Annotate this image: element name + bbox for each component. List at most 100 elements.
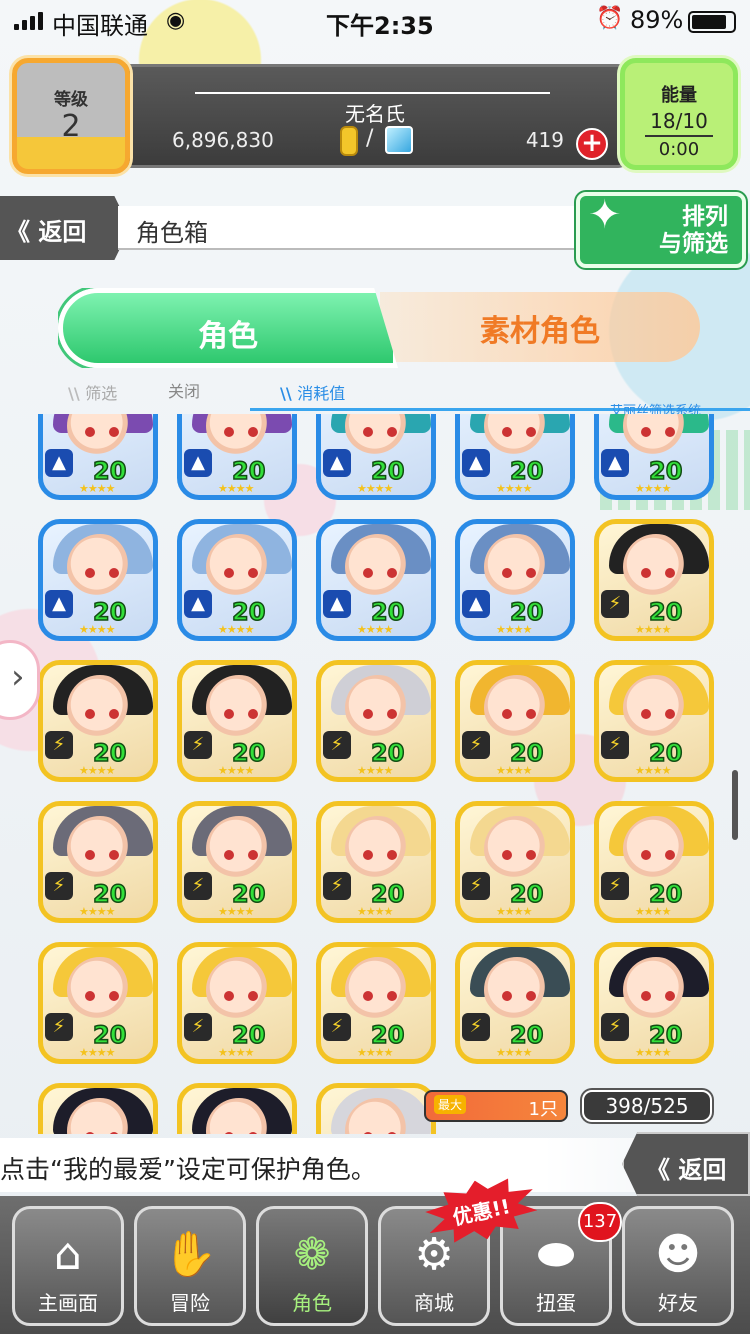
back-button[interactable]: 《 返回	[0, 196, 130, 260]
character-face	[206, 957, 272, 1023]
back-chevron-icon: 《	[646, 1156, 679, 1184]
eye	[665, 709, 675, 719]
tab-characters[interactable]: 角色	[58, 288, 398, 368]
character-level: 20	[231, 738, 266, 768]
gem-icon	[385, 126, 413, 154]
add-gems-button[interactable]: +	[576, 128, 608, 160]
nav-label: 角色	[292, 1291, 332, 1315]
thunder-element-icon: ⚡	[601, 872, 629, 900]
character-face	[484, 414, 550, 459]
character-level: 20	[370, 597, 405, 627]
character-grid[interactable]: ▲ 20 ★★★★ ▲ 20 ★★★★ ▲ 20 ★★★★ ▲ 20 ★★★★ ▲ 20 ★★★★ ▲ 20 ★★…	[36, 414, 716, 1134]
rarity-stars-icon: ★★★★	[357, 905, 393, 918]
eye	[502, 709, 512, 719]
eye	[665, 991, 675, 1001]
character-level: 20	[231, 1020, 266, 1050]
eye	[363, 991, 373, 1001]
eye	[641, 850, 651, 860]
thunder-element-icon: ⚡	[462, 872, 490, 900]
nav-home[interactable]: ⌂ 主画面	[12, 1206, 124, 1326]
character-card[interactable]: ▲ 20 ★★★★	[594, 414, 714, 500]
water-element-icon: ▲	[462, 449, 490, 477]
eye	[224, 991, 234, 1001]
rarity-stars-icon: ★★★★	[635, 623, 671, 636]
character-card[interactable]: ⚡20★★★★	[455, 801, 575, 923]
nav-adventure[interactable]: ✋ 冒险	[134, 1206, 246, 1326]
character-card[interactable]: ⚡20★★★★	[594, 519, 714, 641]
character-card[interactable]: ▲ 20 ★★★★	[38, 519, 158, 641]
thunder-element-icon: ⚡	[462, 731, 490, 759]
character-card[interactable]: ⚡20★★★★	[455, 942, 575, 1064]
sort-filter-button[interactable]: ✦ 排列 与筛选	[576, 192, 746, 268]
nav-label: 冒险	[170, 1291, 210, 1315]
eye	[363, 568, 373, 578]
character-face	[67, 816, 133, 882]
character-card[interactable]: ▲ 20 ★★★★	[177, 414, 297, 500]
character-face	[623, 675, 689, 741]
character-card[interactable]: ⚡20★★★★	[594, 660, 714, 782]
character-card[interactable]: ⚡20★★★★	[177, 942, 297, 1064]
character-level: 20	[370, 1020, 405, 1050]
thunder-element-icon: ⚡	[601, 590, 629, 618]
rarity-stars-icon: ★★★★	[357, 482, 393, 495]
scrollbar[interactable]	[732, 770, 738, 840]
sort-key[interactable]: \\ 消耗值	[280, 380, 345, 404]
eye	[387, 991, 397, 1001]
character-card[interactable]: ⚡20★★★★	[594, 801, 714, 923]
filter-label[interactable]: \\ 筛选	[68, 380, 117, 404]
max-capacity-badge: 最大 1只	[424, 1090, 568, 1122]
character-level: 20	[648, 738, 683, 768]
water-element-icon: ▲	[184, 590, 212, 618]
character-level: 20	[92, 738, 127, 768]
character-level: 20	[370, 456, 405, 486]
character-card[interactable]: ▲ 20 ★★★★	[316, 414, 436, 500]
character-level: 20	[648, 456, 683, 486]
rarity-stars-icon: ★★★★	[218, 482, 254, 495]
character-level: 20	[648, 879, 683, 909]
rarity-stars-icon: ★★★★	[635, 764, 671, 777]
character-card[interactable]: ⚡20★★★★	[38, 660, 158, 782]
character-card[interactable]: ⚡20★★★★	[316, 1083, 436, 1134]
character-card[interactable]: ▲ 20 ★★★★	[455, 519, 575, 641]
character-card[interactable]: ▲ 20 ★★★★	[177, 519, 297, 641]
energy-divider	[645, 135, 713, 137]
rarity-stars-icon: ★★★★	[79, 623, 115, 636]
water-element-icon: ▲	[601, 449, 629, 477]
character-card[interactable]: ⚡20★★★★	[594, 942, 714, 1064]
character-card[interactable]: ▲ 20 ★★★★	[316, 519, 436, 641]
character-level: 20	[92, 1020, 127, 1050]
coin-icon	[340, 126, 358, 156]
character-face	[345, 816, 411, 882]
character-card[interactable]: ⚡20★★★★	[316, 801, 436, 923]
character-card[interactable]: ⚡20★★★★	[316, 942, 436, 1064]
character-card[interactable]: ⚡20★★★★	[38, 1083, 158, 1134]
eye	[363, 850, 373, 860]
page-title: 角色箱	[118, 206, 588, 250]
character-card[interactable]: ⚡20★★★★	[177, 801, 297, 923]
back-button-bottom[interactable]: 《 返回	[622, 1132, 750, 1196]
eye	[526, 568, 536, 578]
thunder-element-icon: ⚡	[184, 1013, 212, 1041]
character-card[interactable]: ⚡20★★★★	[177, 660, 297, 782]
character-face	[67, 957, 133, 1023]
rarity-stars-icon: ★★★★	[79, 482, 115, 495]
back-label: 返回	[38, 218, 87, 246]
character-card[interactable]: ⚡20★★★★	[177, 1083, 297, 1134]
nav-friends[interactable]: ☻ 好友	[622, 1206, 734, 1326]
filter-state[interactable]: 关闭	[168, 378, 200, 402]
character-level: 20	[92, 879, 127, 909]
character-card[interactable]: ⚡20★★★★	[455, 660, 575, 782]
eye	[85, 568, 95, 578]
character-card[interactable]: ▲ 20 ★★★★	[38, 414, 158, 500]
thunder-element-icon: ⚡	[601, 1013, 629, 1041]
character-card[interactable]: ⚡20★★★★	[38, 801, 158, 923]
side-panel-arrow[interactable]: ›	[0, 640, 40, 720]
rarity-stars-icon: ★★★★	[496, 905, 532, 918]
character-card[interactable]: ⚡20★★★★	[38, 942, 158, 1064]
character-card[interactable]: ⚡20★★★★	[316, 660, 436, 782]
energy-badge[interactable]: 能量 18/10 0:00	[620, 58, 738, 170]
tab-material-characters[interactable]: 素材角色	[380, 292, 700, 362]
character-card[interactable]: ▲ 20 ★★★★	[455, 414, 575, 500]
nav-characters[interactable]: ❁ 角色	[256, 1206, 368, 1326]
character-face	[206, 675, 272, 741]
